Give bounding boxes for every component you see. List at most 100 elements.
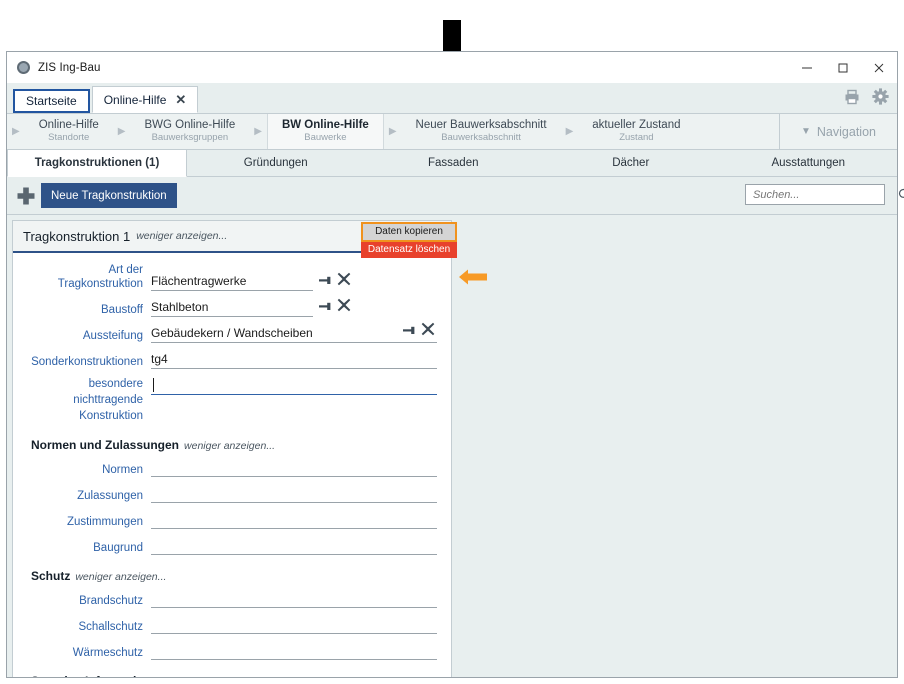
field-control[interactable] — [151, 484, 437, 503]
field-row-art-der-tragkonstruktion: Art der Tragkonstruktion Flächentragwerk… — [23, 263, 437, 291]
field-label: Baustoff — [23, 303, 151, 317]
navigation-label: Navigation — [817, 125, 876, 139]
field-value: Stahlbeton — [151, 300, 208, 315]
link-key-icon[interactable] — [403, 323, 418, 341]
field-control[interactable] — [151, 536, 437, 555]
section-tab-bar: Tragkonstruktionen (1) Gründungen Fassad… — [7, 150, 897, 177]
breadcrumb-item-online-hilfe[interactable]: Online-Hilfe Standorte — [25, 114, 113, 149]
new-tragkonstruktion-button[interactable]: Neue Tragkonstruktion — [15, 183, 177, 208]
field-actions — [319, 272, 351, 291]
record-action-buttons: Daten kopieren Datensatz löschen — [361, 222, 457, 258]
tab-label: Ausstattungen — [771, 157, 845, 169]
field-row-schallschutz: Schallschutz — [23, 615, 437, 634]
gear-icon[interactable] — [872, 88, 889, 110]
tab-label: Dächer — [612, 157, 649, 169]
breadcrumb-item-title: BWG Online-Hilfe — [144, 119, 235, 132]
card-collapse-link[interactable]: weniger anzeigen... — [136, 230, 227, 242]
field-label: besondere nichttragendeKonstruktion — [23, 376, 151, 424]
link-key-icon[interactable] — [319, 299, 334, 317]
print-icon[interactable] — [844, 89, 860, 110]
field-control[interactable] — [151, 641, 437, 660]
close-icon[interactable]: ✕ — [175, 93, 186, 106]
search-input[interactable] — [746, 188, 898, 202]
copy-data-button[interactable]: Daten kopieren — [361, 222, 457, 242]
magnifier-icon[interactable] — [898, 188, 904, 201]
tab-ausstattungen[interactable]: Ausstattungen — [720, 150, 898, 176]
field-label: Zustimmungen — [23, 515, 151, 529]
field-control[interactable]: Gebäudekern / Wandscheiben — [151, 324, 437, 343]
card-title: Tragkonstruktion 1 — [23, 229, 130, 244]
field-label: Normen — [23, 463, 151, 477]
link-key-icon[interactable] — [319, 273, 334, 291]
field-row-brandschutz: Brandschutz — [23, 589, 437, 608]
group-heading-sonstige-informationen: Sonstige Informationen weniger anzeigen..… — [31, 674, 437, 677]
tab-online-hilfe[interactable]: Online-Hilfe ✕ — [92, 86, 199, 113]
minimize-icon[interactable] — [789, 52, 825, 83]
action-bar: Neue Tragkonstruktion — [7, 177, 897, 215]
field-control[interactable] — [151, 458, 437, 477]
chevron-right-icon: ▶ — [561, 114, 579, 149]
tragkonstruktion-card: Tragkonstruktion 1 weniger anzeigen... — [12, 220, 452, 677]
content-panel: Tragkonstruktion 1 weniger anzeigen... — [7, 215, 897, 677]
field-control[interactable] — [151, 589, 437, 608]
tab-daecher[interactable]: Dächer — [542, 150, 720, 176]
navigation-dropdown[interactable]: ▼ Navigation — [779, 114, 897, 149]
text-caret — [153, 378, 154, 392]
field-label: Zulassungen — [23, 489, 151, 503]
tab-gruendungen[interactable]: Gründungen — [187, 150, 365, 176]
field-control[interactable]: Stahlbeton — [151, 298, 313, 317]
tab-label: Fassaden — [428, 157, 479, 169]
breadcrumb: ▶ Online-Hilfe Standorte ▶ BWG Online-Hi… — [7, 113, 897, 150]
breadcrumb-item-aktueller-zustand[interactable]: aktueller Zustand Zustand — [578, 114, 694, 149]
field-control[interactable]: Flächentragwerke — [151, 272, 313, 291]
clear-x-icon[interactable] — [421, 322, 435, 341]
group-title: Schutz — [31, 569, 70, 583]
field-actions — [319, 298, 351, 317]
new-tragkonstruktion-label: Neue Tragkonstruktion — [41, 183, 177, 208]
breadcrumb-item-title: BW Online-Hilfe — [282, 119, 369, 132]
card-body: Art der Tragkonstruktion Flächentragwerk… — [13, 253, 451, 677]
field-control[interactable] — [151, 510, 437, 529]
field-row-waermeschutz: Wärmeschutz — [23, 641, 437, 660]
clear-x-icon[interactable] — [337, 272, 351, 291]
field-row-baustoff: Baustoff Stahlbeton — [23, 298, 437, 317]
field-actions — [403, 322, 435, 341]
tab-label: Tragkonstruktionen (1) — [35, 157, 160, 169]
clear-x-icon[interactable] — [337, 298, 351, 317]
group-collapse-link[interactable]: weniger anzeigen... — [184, 440, 275, 452]
group-title: Normen und Zulassungen — [31, 438, 179, 452]
chevron-right-icon: ▶ — [249, 114, 267, 149]
group-collapse-link[interactable]: weniger anzeigen... — [75, 571, 166, 583]
text-cursor-artifact — [443, 20, 461, 51]
tab-tragkonstruktionen[interactable]: Tragkonstruktionen (1) — [7, 150, 187, 177]
field-row-zustimmungen: Zustimmungen — [23, 510, 437, 529]
field-control[interactable]: tg4 — [151, 350, 437, 369]
field-row-sonderkonstruktionen: Sonderkonstruktionen tg4 — [23, 350, 437, 369]
group-heading-normen: Normen und Zulassungen weniger anzeigen..… — [31, 438, 437, 452]
field-label: Schallschutz — [23, 620, 151, 634]
left-pointing-orange-arrow-icon — [459, 268, 487, 286]
field-control[interactable] — [151, 615, 437, 634]
field-row-aussteifung: Aussteifung Gebäudekern / Wandscheiben — [23, 324, 437, 343]
breadcrumb-item-bwg-online-hilfe[interactable]: BWG Online-Hilfe Bauwerksgruppen — [130, 114, 249, 149]
plus-icon — [15, 185, 37, 207]
app-title: ZIS Ing-Bau — [38, 62, 100, 74]
chevron-right-icon: ▶ — [113, 114, 131, 149]
window-title-bar: ZIS Ing-Bau — [7, 52, 897, 83]
search-box[interactable] — [745, 184, 885, 205]
breadcrumb-item-subtitle: Bauwerksgruppen — [152, 132, 229, 144]
delete-record-button[interactable]: Datensatz löschen — [361, 242, 457, 258]
group-title: Sonstige Informationen — [31, 674, 165, 677]
maximize-icon[interactable] — [825, 52, 861, 83]
breadcrumb-item-title: Neuer Bauwerksabschnitt — [416, 119, 547, 132]
field-row-besondere-nichttragende-konstruktion: besondere nichttragendeKonstruktion — [23, 376, 437, 424]
group-collapse-link[interactable]: weniger anzeigen... — [170, 676, 261, 677]
close-icon[interactable] — [861, 52, 897, 83]
tab-fassaden[interactable]: Fassaden — [365, 150, 543, 176]
field-control[interactable] — [151, 376, 437, 395]
breadcrumb-item-bw-online-hilfe[interactable]: BW Online-Hilfe Bauwerke — [267, 114, 384, 149]
tab-startseite[interactable]: Startseite — [13, 89, 90, 113]
breadcrumb-item-neuer-bauwerksabschnitt[interactable]: Neuer Bauwerksabschnitt Bauwerksabschnit… — [402, 114, 561, 149]
field-label: Sonderkonstruktionen — [23, 355, 151, 369]
breadcrumb-item-subtitle: Bauwerke — [304, 132, 346, 144]
